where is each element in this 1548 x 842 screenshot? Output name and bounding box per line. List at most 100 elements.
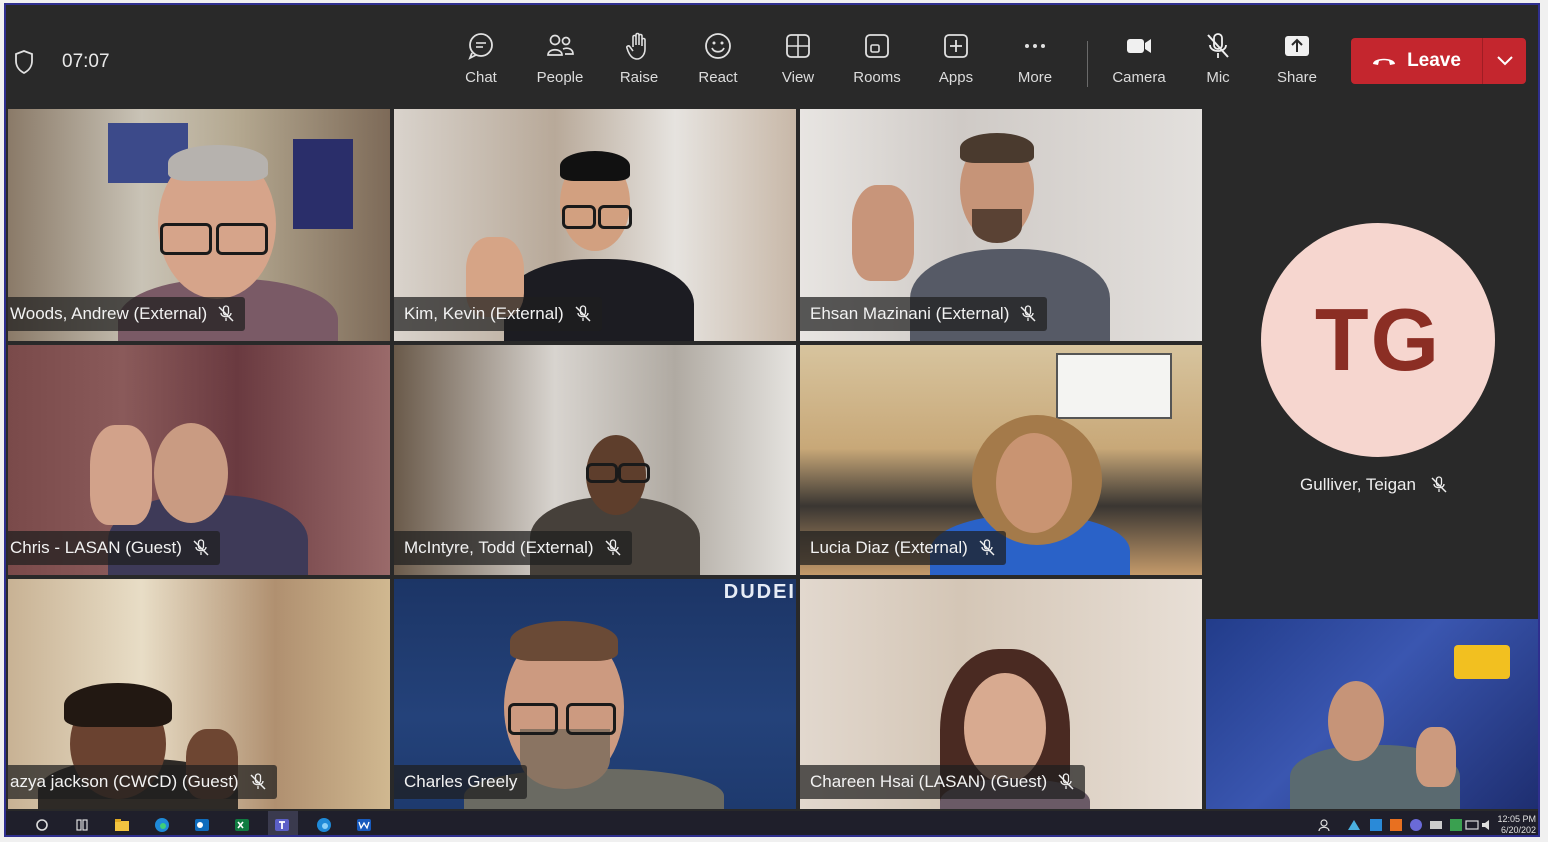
mic-off-icon xyxy=(193,539,209,556)
taskbar-clock[interactable]: 12:05 PM 6/20/202 xyxy=(1497,814,1536,835)
participant-name: Lucia Diaz (External) xyxy=(810,538,968,557)
windows-taskbar: 12:05 PM 6/20/202 xyxy=(6,811,1538,835)
taskbar-time: 12:05 PM xyxy=(1497,814,1536,824)
mic-off-icon xyxy=(1058,773,1074,790)
task-view-icon[interactable] xyxy=(74,817,90,833)
rooms-label: Rooms xyxy=(853,69,901,86)
more-label: More xyxy=(1017,69,1053,86)
edge-icon[interactable] xyxy=(154,817,170,833)
participant-avatar[interactable]: TG xyxy=(1261,223,1495,457)
participant-name: Chareen Hsai (LASAN) (Guest) xyxy=(810,772,1048,791)
participant-name: Kim, Kevin (External) xyxy=(404,304,564,323)
participant-name: Ehsan Mazinani (External) xyxy=(810,304,1010,323)
video-tile-diaz[interactable]: Lucia Diaz (External) xyxy=(800,345,1202,575)
apps-icon xyxy=(944,34,968,58)
video-tile-greely[interactable]: DUDEI Charles Greely xyxy=(394,579,796,809)
participant-name: Woods, Andrew (External) xyxy=(10,304,208,323)
mic-off-icon xyxy=(1020,305,1036,322)
tray-app-icon[interactable] xyxy=(1346,817,1362,833)
edge-icon[interactable] xyxy=(316,817,332,833)
word-icon[interactable] xyxy=(356,817,372,833)
excel-icon[interactable] xyxy=(234,817,250,833)
rooms-button[interactable]: Rooms xyxy=(841,31,913,95)
tray-app-icon[interactable] xyxy=(1448,817,1464,833)
phone-hangup-icon xyxy=(1373,58,1396,65)
leave-label: Leave xyxy=(1407,50,1461,71)
mic-off-icon xyxy=(218,305,234,322)
teams-icon[interactable] xyxy=(274,817,290,833)
tray-app-icon[interactable] xyxy=(1368,817,1384,833)
camera-icon xyxy=(1127,39,1151,53)
mic-label: Mic xyxy=(1206,69,1230,86)
tray-app-icon[interactable] xyxy=(1408,817,1424,833)
mic-off-icon xyxy=(1207,33,1229,58)
mic-off-icon xyxy=(1431,476,1447,493)
participant-name-tag: Lucia Diaz (External) xyxy=(800,531,1006,565)
shield-icon xyxy=(15,50,33,74)
people-button[interactable]: People xyxy=(524,31,596,95)
meeting-toolbar: 07:07 Chat People Raise React View Rooms… xyxy=(6,5,1538,109)
people-label: People xyxy=(536,69,584,86)
participant-name: Charles Greely xyxy=(404,772,518,791)
chat-button[interactable]: Chat xyxy=(445,31,517,95)
brand-logo xyxy=(1454,645,1510,679)
view-icon xyxy=(786,34,810,58)
outlook-icon[interactable] xyxy=(194,817,210,833)
tray-app-icon[interactable] xyxy=(1388,817,1404,833)
video-tile-chris[interactable]: Chris - LASAN (Guest) xyxy=(8,345,390,575)
leave-button[interactable]: Leave xyxy=(1351,38,1481,84)
participant-name-tag: azya jackson (CWCD) (Guest) xyxy=(8,765,277,799)
participant-name-tag: Woods, Andrew (External) xyxy=(8,297,246,331)
video-tile-kim[interactable]: Kim, Kevin (External) xyxy=(394,109,796,341)
toolbar-divider xyxy=(1087,41,1088,87)
participant-name: McIntyre, Todd (External) xyxy=(404,538,594,557)
react-label: React xyxy=(698,69,738,86)
participant-name-tag: Kim, Kevin (External) xyxy=(394,297,602,331)
video-tile-jackson[interactable]: azya jackson (CWCD) (Guest) xyxy=(8,579,390,809)
search-icon[interactable] xyxy=(34,817,50,833)
volume-icon[interactable] xyxy=(1480,817,1496,833)
apps-button[interactable]: Apps xyxy=(920,31,992,95)
camera-button[interactable]: Camera xyxy=(1103,31,1175,95)
wall-poster xyxy=(293,139,353,229)
mic-off-icon xyxy=(575,305,591,322)
participant-name-tag: Ehsan Mazinani (External) xyxy=(800,297,1048,331)
react-icon xyxy=(705,33,731,59)
mic-button[interactable]: Mic xyxy=(1182,31,1254,95)
share-button[interactable]: Share xyxy=(1261,31,1333,95)
leave-options-button[interactable] xyxy=(1483,38,1526,84)
apps-label: Apps xyxy=(938,69,974,86)
more-icon xyxy=(1025,44,1045,48)
self-view-tile[interactable] xyxy=(1206,619,1538,809)
view-button[interactable]: View xyxy=(762,31,834,95)
raise-hand-icon xyxy=(626,32,646,60)
video-tile-woods[interactable]: Woods, Andrew (External) xyxy=(8,109,390,341)
file-explorer-icon[interactable] xyxy=(114,817,130,833)
share-icon xyxy=(1285,36,1309,56)
people-icon[interactable] xyxy=(1316,817,1332,833)
video-tile-mcintyre[interactable]: McIntyre, Todd (External) xyxy=(394,345,796,575)
camera-label: Camera xyxy=(1112,69,1166,86)
share-label: Share xyxy=(1276,69,1318,86)
meeting-timer: 07:07 xyxy=(62,51,110,72)
participant-name: azya jackson (CWCD) (Guest) xyxy=(10,772,239,791)
background-brand-text: DUDEI xyxy=(723,581,796,603)
meeting-window: 07:07 Chat People Raise React View Rooms… xyxy=(4,3,1540,837)
participant-name-tag: Charles Greely xyxy=(394,765,528,799)
view-label: View xyxy=(781,69,815,86)
video-tile-mazinani[interactable]: Ehsan Mazinani (External) xyxy=(800,109,1202,341)
network-icon[interactable] xyxy=(1464,817,1480,833)
participant-name-tag: Chris - LASAN (Guest) xyxy=(8,531,220,565)
more-button[interactable]: More xyxy=(999,31,1071,95)
participant-name-tag: McIntyre, Todd (External) xyxy=(394,531,632,565)
rooms-icon xyxy=(865,34,889,58)
taskbar-date: 6/20/202 xyxy=(1500,825,1536,835)
leave-button-group: Leave xyxy=(1351,38,1526,84)
chat-icon xyxy=(468,33,493,60)
raise-hand-button[interactable]: Raise xyxy=(603,31,675,95)
video-tile-hsai[interactable]: Chareen Hsai (LASAN) (Guest) xyxy=(800,579,1202,809)
tray-app-icon[interactable] xyxy=(1428,817,1444,833)
participant-name: Gulliver, Teigan xyxy=(1300,475,1416,494)
chevron-down-icon xyxy=(1496,56,1513,66)
react-button[interactable]: React xyxy=(682,31,754,95)
